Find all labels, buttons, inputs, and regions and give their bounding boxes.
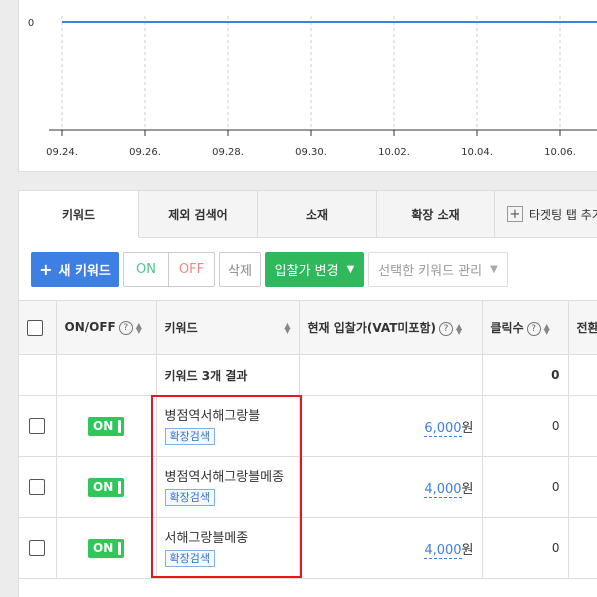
help-icon[interactable]: ?	[526, 321, 541, 336]
summary-empty-cell	[19, 354, 57, 396]
row-conversions	[568, 456, 597, 518]
row-select-cell	[19, 517, 57, 579]
bid-unit: 원	[461, 481, 474, 497]
row-status-cell: ON	[56, 517, 157, 579]
header-conversions-label: 전환	[576, 321, 597, 335]
keyword-panel: 키워드 제외 검색어 소재 확장 소재 + 타겟팅 탭 추가 + 새 키워드 ON …	[18, 190, 597, 597]
bid-change-button[interactable]: 입찰가 변경 ▼	[265, 252, 364, 287]
row-conversions	[568, 395, 597, 457]
status-toggle[interactable]: ON	[88, 538, 124, 558]
row-bid-cell: 4,000원	[299, 517, 483, 579]
row-clicks: 0	[482, 517, 569, 579]
chevron-down-icon: ▼	[490, 264, 498, 275]
sort-icon[interactable]: ▲ ▼	[544, 322, 550, 335]
bid-unit: 원	[461, 542, 474, 558]
new-keyword-button[interactable]: + 새 키워드	[31, 252, 119, 287]
table-header-row: ON/OFF? ▲ ▼ 키워드 ▲ ▼ 현재 입찰가(VAT미포함)? ▲ ▼ 클릭수? ▲ ▼…	[19, 300, 597, 355]
new-keyword-label: 새 키워드	[58, 264, 111, 279]
table-row: ON 병점역서해그랑블 확장검색 6,000원 0	[19, 395, 597, 457]
row-select-cell	[19, 395, 57, 457]
delete-button[interactable]: 삭제	[219, 252, 261, 287]
header-keyword-label: 키워드	[164, 321, 198, 335]
table-row: ON 서해그랑블메종 확장검색 4,000원 0	[19, 517, 597, 579]
tab-negative-keywords-label: 제외 검색어	[168, 207, 228, 222]
summary-empty-cell	[56, 354, 157, 396]
header-bid[interactable]: 현재 입찰가(VAT미포함)? ▲ ▼	[299, 300, 483, 355]
row-status-cell: ON	[56, 456, 157, 518]
keyword-table: ON/OFF? ▲ ▼ 키워드 ▲ ▼ 현재 입찰가(VAT미포함)? ▲ ▼ 클릭수? ▲ ▼…	[19, 300, 597, 579]
row-bid-cell: 4,000원	[299, 456, 483, 518]
chevron-down-icon: ▼	[346, 264, 355, 275]
tab-add-targeting[interactable]: + 타겟팅 탭 추가	[495, 190, 597, 238]
row-checkbox[interactable]	[29, 540, 46, 556]
header-conversions[interactable]: 전환	[568, 300, 597, 355]
x-tick-label: 10.04.	[461, 147, 493, 158]
row-select-cell	[19, 456, 57, 518]
x-tick-label: 09.30.	[295, 147, 327, 158]
highlight-box	[151, 395, 302, 578]
y-tick-label: 0	[28, 18, 34, 29]
tab-keyword[interactable]: 키워드	[19, 190, 139, 238]
tab-extensions-label: 확장 소재	[411, 207, 460, 222]
header-keyword[interactable]: 키워드 ▲ ▼	[156, 300, 300, 355]
bid-value[interactable]: 4,000	[424, 542, 462, 559]
sort-icon[interactable]: ▲ ▼	[456, 322, 462, 335]
bid-value[interactable]: 6,000	[424, 420, 462, 437]
plus-icon: +	[507, 206, 523, 222]
manage-selected-button[interactable]: 선택한 키워드 관리 ▼	[368, 252, 508, 287]
row-clicks: 0	[482, 395, 569, 457]
row-bid-cell: 6,000원	[299, 395, 483, 457]
header-bid-label: 현재 입찰가(VAT미포함)	[307, 321, 436, 335]
summary-label: 키워드 3개 결과	[156, 354, 300, 396]
status-toggle[interactable]: ON	[88, 416, 124, 436]
summary-empty-cell	[568, 354, 597, 396]
row-clicks: 0	[482, 456, 569, 518]
select-all-cell	[19, 300, 57, 355]
x-tick-label: 10.06.	[544, 147, 576, 158]
on-button[interactable]: ON	[123, 252, 169, 287]
tab-ads[interactable]: 소재	[258, 190, 377, 238]
tab-add-targeting-label: 타겟팅 탭 추가	[529, 207, 597, 222]
tab-negative-keywords[interactable]: 제외 검색어	[139, 190, 258, 238]
header-clicks-label: 클릭수	[490, 321, 524, 335]
sort-icon[interactable]: ▲ ▼	[136, 321, 142, 334]
row-checkbox[interactable]	[29, 479, 46, 495]
x-tick-label: 09.24.	[46, 147, 78, 158]
x-tick-label: 09.28.	[212, 147, 244, 158]
manage-selected-label: 선택한 키워드 관리	[378, 264, 483, 279]
summary-row: 키워드 3개 결과 0	[19, 354, 597, 396]
help-icon[interactable]: ?	[438, 321, 453, 336]
plus-icon: +	[39, 260, 53, 279]
performance-chart: 09.24. 09.26. 09.28. 09.30. 10.02. 10.04. 10.0…	[18, 0, 597, 172]
row-status-cell: ON	[56, 395, 157, 457]
x-tick-label: 10.02.	[378, 147, 410, 158]
tab-keyword-label: 키워드	[61, 207, 96, 222]
summary-clicks: 0	[482, 354, 569, 396]
on-off-toggle: ON OFF	[123, 252, 215, 287]
row-conversions	[568, 517, 597, 579]
help-icon[interactable]: ?	[118, 320, 133, 335]
off-button[interactable]: OFF	[169, 252, 215, 287]
bid-value[interactable]: 4,000	[424, 481, 462, 498]
x-tick-label: 09.26.	[129, 147, 161, 158]
row-checkbox[interactable]	[29, 418, 46, 434]
toolbar: + 새 키워드 ON OFF 삭제 입찰가 변경 ▼ 선택한 키워드 관리 ▼	[31, 252, 508, 287]
chart-svg: 09.24. 09.26. 09.28. 09.30. 10.02. 10.04. 10.0…	[28, 16, 597, 158]
select-all-checkbox[interactable]	[27, 319, 43, 336]
bid-change-label: 입찰가 변경	[274, 264, 339, 279]
table-row: ON 병점역서해그랑블메종 확장검색 4,000원 0	[19, 456, 597, 518]
header-onoff-label: ON/OFF	[64, 320, 116, 335]
sort-icon[interactable]: ▲ ▼	[284, 321, 290, 334]
bid-unit: 원	[461, 420, 474, 436]
summary-empty-cell	[299, 354, 483, 396]
tab-ads-label: 소재	[305, 207, 329, 222]
tab-extensions[interactable]: 확장 소재	[377, 190, 495, 238]
header-clicks[interactable]: 클릭수? ▲ ▼	[482, 300, 569, 355]
status-toggle[interactable]: ON	[88, 477, 124, 497]
tab-bar: 키워드 제외 검색어 소재 확장 소재 + 타겟팅 탭 추가	[19, 190, 597, 238]
header-onoff[interactable]: ON/OFF? ▲ ▼	[56, 300, 157, 355]
